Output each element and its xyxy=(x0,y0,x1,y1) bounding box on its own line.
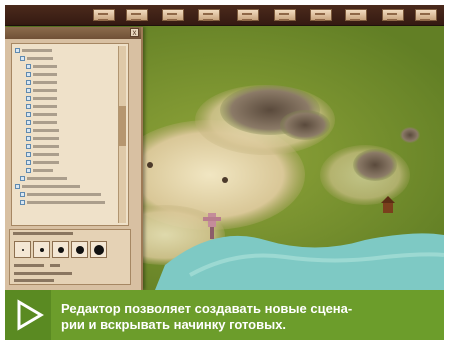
editor-toolbar xyxy=(5,5,444,26)
toolbar-button[interactable] xyxy=(415,9,437,21)
tools-option[interactable] xyxy=(14,272,72,275)
tree-item[interactable] xyxy=(12,71,128,78)
caption-line-2: рии и вскрывать начинку готовых. xyxy=(61,317,287,332)
brush-size-icon[interactable] xyxy=(33,241,50,258)
tree-item[interactable] xyxy=(12,127,128,134)
tree xyxy=(222,177,228,183)
tree-item[interactable] xyxy=(12,79,128,86)
tree-item[interactable] xyxy=(12,87,128,94)
tools-option[interactable] xyxy=(14,264,44,267)
brush-size-icon[interactable] xyxy=(52,241,69,258)
toolbar-button[interactable] xyxy=(382,9,404,21)
brush-size-icon[interactable] xyxy=(90,241,107,258)
tree-item[interactable] xyxy=(12,159,128,166)
toolbar-button[interactable] xyxy=(310,9,332,21)
toolbar-button[interactable] xyxy=(162,9,184,21)
brush-tools xyxy=(9,229,131,285)
toolbar-button[interactable] xyxy=(198,9,220,21)
tree xyxy=(147,162,153,168)
tree-item[interactable] xyxy=(12,47,128,54)
tree-item[interactable] xyxy=(12,111,128,118)
tree-item[interactable] xyxy=(12,199,128,206)
tree-item[interactable] xyxy=(12,119,128,126)
tree-item[interactable] xyxy=(12,55,128,62)
tree-item[interactable] xyxy=(12,63,128,70)
game-editor-screenshot: x xyxy=(5,5,444,290)
brush-size-icon[interactable] xyxy=(14,241,31,258)
toolbar-button[interactable] xyxy=(126,9,148,21)
object-tree[interactable] xyxy=(11,43,129,226)
tree-item[interactable] xyxy=(12,143,128,150)
tools-option[interactable] xyxy=(50,264,60,267)
tree-item[interactable] xyxy=(12,183,128,190)
panel-title-bar: x xyxy=(5,27,141,39)
tools-option[interactable] xyxy=(14,279,54,282)
rocky-hill xyxy=(280,110,330,140)
tree-item[interactable] xyxy=(12,151,128,158)
caption-box: Редактор позволяет создавать новые сцена… xyxy=(5,290,444,340)
tree-item[interactable] xyxy=(12,175,128,182)
tree-item[interactable] xyxy=(12,191,128,198)
tree-item[interactable] xyxy=(12,135,128,142)
tree-item[interactable] xyxy=(12,95,128,102)
toolbar-button[interactable] xyxy=(93,9,115,21)
toolbar-button[interactable] xyxy=(237,9,259,21)
caption-text: Редактор позволяет создавать новые сцена… xyxy=(61,301,436,333)
tree-item[interactable] xyxy=(12,167,128,174)
close-icon[interactable]: x xyxy=(130,28,139,37)
page: x Редактор позволяет создавать новые сце… xyxy=(0,0,454,347)
editor-side-panel: x xyxy=(5,27,143,290)
play-triangle-icon xyxy=(5,290,51,340)
rocky-hill xyxy=(353,149,397,181)
toolbar-button[interactable] xyxy=(274,9,296,21)
caption-line-1: Редактор позволяет создавать новые сцена… xyxy=(61,301,353,316)
rocky-hill xyxy=(400,127,420,143)
tree-item[interactable] xyxy=(12,103,128,110)
brush-size-icon[interactable] xyxy=(71,241,88,258)
tools-header xyxy=(13,232,73,235)
toolbar-button[interactable] xyxy=(345,9,367,21)
